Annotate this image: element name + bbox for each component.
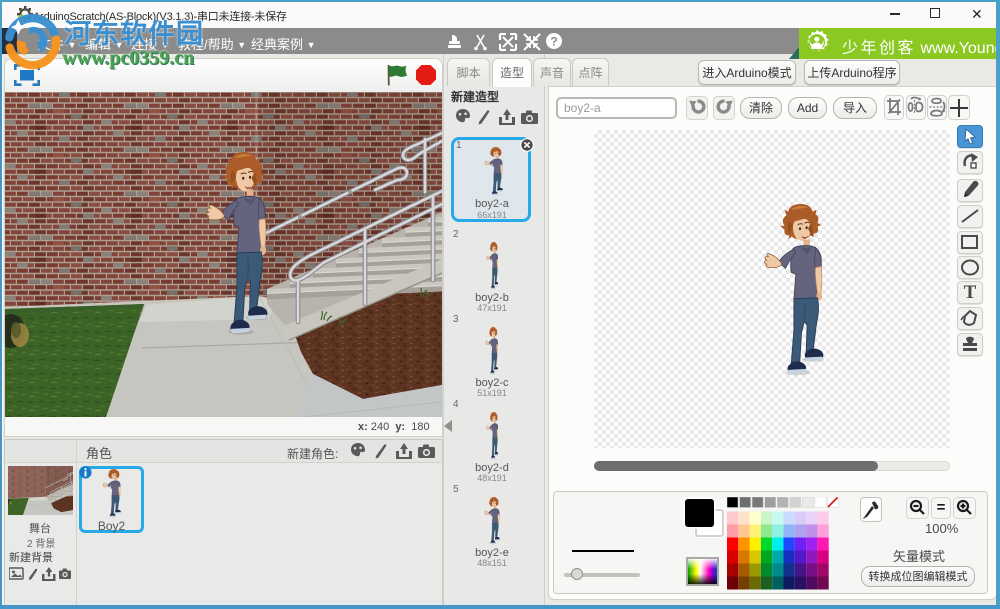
svg-text:T: T [964,282,977,303]
svg-text:?: ? [550,35,557,49]
svg-text:=: = [937,499,946,516]
